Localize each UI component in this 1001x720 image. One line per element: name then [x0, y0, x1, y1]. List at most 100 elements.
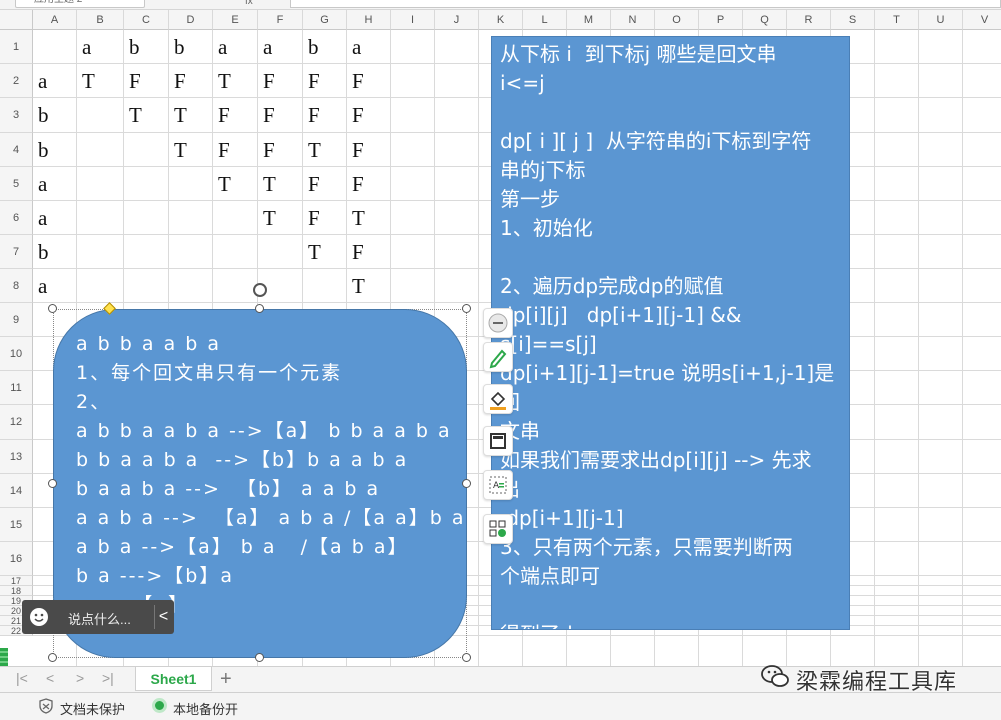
cell-A8[interactable]: a — [33, 269, 77, 303]
row-header-7[interactable]: 7 — [0, 235, 33, 269]
row-header-9[interactable]: 9 — [0, 303, 33, 337]
cell-D3[interactable]: T — [169, 98, 213, 132]
select-all-corner[interactable] — [0, 10, 33, 30]
cell-C3[interactable]: T — [124, 98, 169, 132]
column-header-H[interactable]: H — [347, 10, 391, 30]
column-header-U[interactable]: U — [919, 10, 963, 30]
column-header-B[interactable]: B — [77, 10, 124, 30]
row-header-18[interactable]: 18 — [0, 586, 33, 596]
cell-A5[interactable]: a — [33, 167, 77, 201]
row-header-6[interactable]: 6 — [0, 201, 33, 235]
cell-H3[interactable]: F — [347, 98, 391, 132]
row-header-13[interactable]: 13 — [0, 440, 33, 474]
cell-H8[interactable]: T — [347, 269, 391, 303]
cell-G3[interactable]: F — [303, 98, 347, 132]
name-box[interactable]: 应用主题 2 — [15, 0, 145, 8]
cell-B2[interactable]: T — [77, 64, 124, 98]
first-sheet-icon[interactable]: |< — [16, 670, 28, 686]
cell-A4[interactable]: b — [33, 133, 77, 167]
row-header-15[interactable]: 15 — [0, 508, 33, 542]
row-header-14[interactable]: 14 — [0, 474, 33, 508]
shape-outline-icon[interactable] — [483, 426, 513, 456]
cell-F3[interactable]: F — [258, 98, 303, 132]
row-header-10[interactable]: 10 — [0, 337, 33, 371]
cell-F2[interactable]: F — [258, 64, 303, 98]
cell-G7[interactable]: T — [303, 235, 347, 269]
column-header-R[interactable]: R — [787, 10, 831, 30]
row-header-12[interactable]: 12 — [0, 405, 33, 440]
cell-A2[interactable]: a — [33, 64, 77, 98]
smiley-icon[interactable] — [30, 608, 48, 626]
cell-F4[interactable]: F — [258, 133, 303, 167]
cell-C1[interactable]: b — [124, 30, 169, 64]
cell-A7[interactable]: b — [33, 235, 77, 269]
blue-text-box[interactable]: 从下标 i 到下标j 哪些是回文串 i<=j dp[ i ][ j ] 从字符串的i… — [491, 36, 850, 630]
cell-G6[interactable]: F — [303, 201, 347, 235]
column-header-N[interactable]: N — [611, 10, 655, 30]
row-header-11[interactable]: 11 — [0, 371, 33, 405]
cell-D4[interactable]: T — [169, 133, 213, 167]
cell-H4[interactable]: F — [347, 133, 391, 167]
minus-circle-icon[interactable] — [483, 308, 513, 338]
cell-F6[interactable]: T — [258, 201, 303, 235]
column-header-E[interactable]: E — [213, 10, 258, 30]
cell-A6[interactable]: a — [33, 201, 77, 235]
column-header-A[interactable]: A — [33, 10, 77, 30]
cell-H5[interactable]: F — [347, 167, 391, 201]
cell-A3[interactable]: b — [33, 98, 77, 132]
row-header-3[interactable]: 3 — [0, 98, 33, 133]
cell-H2[interactable]: F — [347, 64, 391, 98]
column-header-J[interactable]: J — [435, 10, 479, 30]
collapse-chevron-icon[interactable]: < — [154, 605, 172, 629]
resize-handle-t[interactable] — [255, 304, 264, 313]
resize-handle-br[interactable] — [462, 653, 471, 662]
row-header-1[interactable]: 1 — [0, 30, 33, 64]
resize-handle-l[interactable] — [48, 479, 57, 488]
column-header-K[interactable]: K — [479, 10, 523, 30]
cell-D1[interactable]: b — [169, 30, 213, 64]
cell-B1[interactable]: a — [77, 30, 124, 64]
resize-handle-tr[interactable] — [462, 304, 471, 313]
column-header-F[interactable]: F — [258, 10, 303, 30]
column-header-L[interactable]: L — [523, 10, 567, 30]
row-header-5[interactable]: 5 — [0, 167, 33, 201]
column-header-D[interactable]: D — [169, 10, 213, 30]
cell-H7[interactable]: F — [347, 235, 391, 269]
cell-D2[interactable]: F — [169, 64, 213, 98]
row-header-2[interactable]: 2 — [0, 64, 33, 98]
cell-H6[interactable]: T — [347, 201, 391, 235]
row-header-4[interactable]: 4 — [0, 133, 33, 167]
column-header-P[interactable]: P — [699, 10, 743, 30]
resize-handle-r[interactable] — [462, 479, 471, 488]
cell-E3[interactable]: F — [213, 98, 258, 132]
column-header-T[interactable]: T — [875, 10, 919, 30]
cell-G1[interactable]: b — [303, 30, 347, 64]
cell-H1[interactable]: a — [347, 30, 391, 64]
column-header-S[interactable]: S — [831, 10, 875, 30]
resize-handle-tl[interactable] — [48, 304, 57, 313]
row-header-16[interactable]: 16 — [0, 542, 33, 576]
resize-handle-bl[interactable] — [48, 653, 57, 662]
cell-G2[interactable]: F — [303, 64, 347, 98]
pen-icon[interactable] — [483, 342, 513, 372]
cell-E5[interactable]: T — [213, 167, 258, 201]
cell-C2[interactable]: F — [124, 64, 169, 98]
column-header-V[interactable]: V — [963, 10, 1001, 30]
doc-protect-status[interactable]: 文档未保护 — [60, 699, 125, 718]
chat-input-bubble[interactable]: 说点什么... < — [22, 600, 174, 634]
resize-handle-b[interactable] — [255, 653, 264, 662]
last-sheet-icon[interactable]: >| — [102, 670, 114, 686]
column-header-O[interactable]: O — [655, 10, 699, 30]
cell-E2[interactable]: T — [213, 64, 258, 98]
column-header-G[interactable]: G — [303, 10, 347, 30]
formula-bar[interactable] — [290, 0, 1001, 8]
column-header-Q[interactable]: Q — [743, 10, 787, 30]
column-header-I[interactable]: I — [391, 10, 435, 30]
fill-bucket-icon[interactable] — [483, 384, 513, 414]
cell-G5[interactable]: F — [303, 167, 347, 201]
cell-E4[interactable]: F — [213, 133, 258, 167]
text-box-icon[interactable]: A — [483, 470, 513, 500]
cell-E1[interactable]: a — [213, 30, 258, 64]
cell-F1[interactable]: a — [258, 30, 303, 64]
local-backup-status[interactable]: 本地备份开 — [173, 699, 238, 718]
